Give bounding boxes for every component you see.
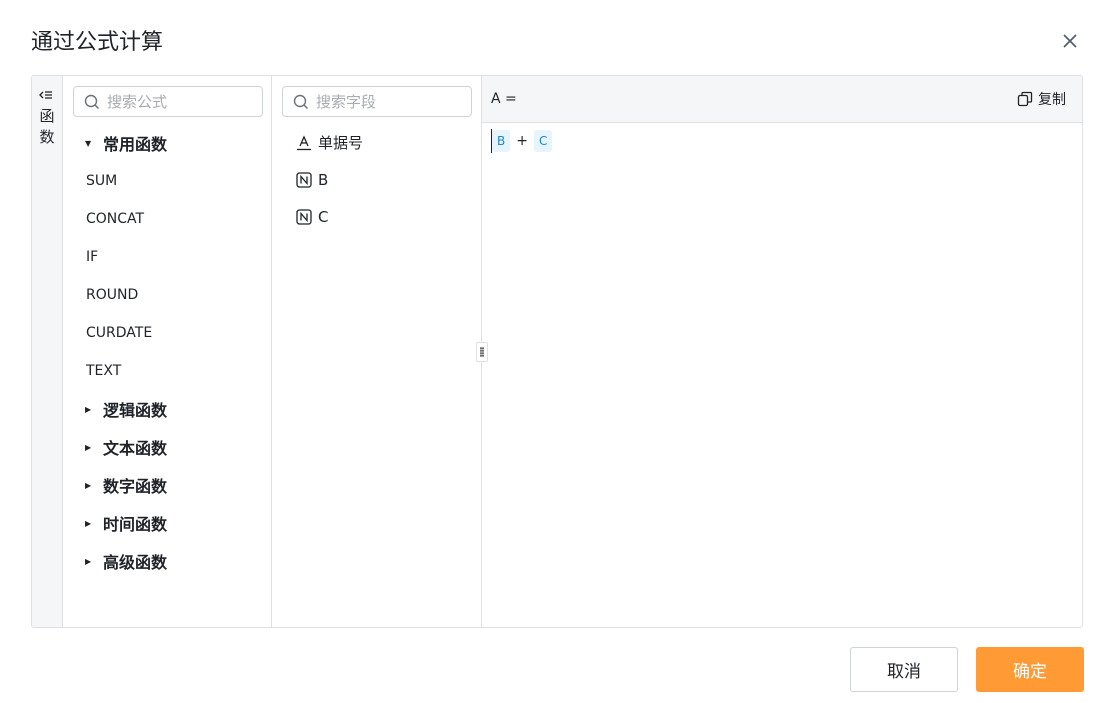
function-group-label: 常用函数 xyxy=(103,135,168,154)
column-resize-handle[interactable] xyxy=(476,342,488,362)
function-list: ▼ 常用函数 SUM CONCAT IF ROUND CURDATE TEXT ▶ 逻辑函数 ▶ 文本… xyxy=(63,124,271,580)
function-item[interactable]: ROUND xyxy=(63,276,271,314)
editor-header: A = 复制 xyxy=(482,76,1082,123)
formula-dialog: 通过公式计算 函数 ▼ 常用函数 SUMCONCATIFROUNDCURDATETE… xyxy=(0,0,1108,703)
copy-button[interactable]: 复制 xyxy=(1017,88,1066,110)
formula-editor: A = 复制 B + C xyxy=(482,76,1082,627)
field-item-label: B xyxy=(318,170,329,189)
function-group[interactable]: ▶ 高级函数 xyxy=(63,542,271,580)
formula-input[interactable]: B + C xyxy=(491,129,553,153)
search-icon xyxy=(293,94,308,109)
formula-panel: 函数 ▼ 常用函数 SUMCONCATIFROUNDCURDATETEXT ▶ 逻辑函数… xyxy=(31,75,1083,628)
cancel-button[interactable]: 取消 xyxy=(850,647,958,692)
field-item-label: C xyxy=(318,207,329,226)
function-group-label: 文本函数 xyxy=(103,439,168,458)
plus-operator: + xyxy=(516,133,528,149)
function-group[interactable]: ▶ 逻辑函数 xyxy=(63,390,271,428)
caret-right-icon: ▶ xyxy=(85,518,92,528)
function-group-label: 逻辑函数 xyxy=(103,401,168,420)
dialog-title: 通过公式计算 xyxy=(31,30,164,55)
function-item[interactable]: CONCAT xyxy=(63,200,271,238)
function-search-input[interactable] xyxy=(107,91,255,112)
function-item[interactable]: TEXT xyxy=(63,352,271,390)
caret-down-icon: ▼ xyxy=(85,138,92,148)
field-list-column: 单据号 BC xyxy=(272,76,482,627)
field-tag-b[interactable]: B xyxy=(492,130,511,152)
field-item[interactable]: 单据号 xyxy=(272,124,481,161)
function-search[interactable] xyxy=(73,86,263,117)
field-list: 单据号 B C xyxy=(272,124,481,235)
function-list-column: ▼ 常用函数 SUMCONCATIFROUNDCURDATETEXT ▶ 逻辑函数 ▶ 文本… xyxy=(63,76,272,627)
copy-label: 复制 xyxy=(1038,92,1066,108)
close-icon[interactable] xyxy=(1059,30,1081,52)
caret-right-icon: ▶ xyxy=(85,442,92,452)
function-group[interactable]: ▶ 数字函数 xyxy=(63,466,271,504)
confirm-button[interactable]: 确定 xyxy=(976,647,1084,692)
function-panel-toggle[interactable]: 函数 xyxy=(32,76,63,627)
function-item[interactable]: CURDATE xyxy=(63,314,271,352)
caret-right-icon: ▶ xyxy=(85,556,92,566)
field-search[interactable] xyxy=(282,86,472,117)
field-tag-c[interactable]: C xyxy=(533,130,553,152)
field-item[interactable]: C xyxy=(272,198,481,235)
function-group-label: 高级函数 xyxy=(103,553,168,572)
function-group[interactable]: ▶ 时间函数 xyxy=(63,504,271,542)
search-icon xyxy=(84,94,99,109)
function-group[interactable]: ▼ 常用函数 xyxy=(63,124,271,162)
function-item[interactable]: SUM xyxy=(63,162,271,200)
copy-icon xyxy=(1017,91,1033,107)
caret-right-icon: ▶ xyxy=(85,404,92,414)
function-item[interactable]: IF xyxy=(63,238,271,276)
function-group[interactable]: ▶ 文本函数 xyxy=(63,428,271,466)
number-field-icon xyxy=(296,208,312,225)
field-item-label: 单据号 xyxy=(318,134,364,152)
target-field-label: A = xyxy=(491,91,517,107)
text-field-icon xyxy=(296,134,312,151)
number-field-icon xyxy=(296,171,312,188)
collapse-left-icon xyxy=(39,90,53,104)
function-group-label: 时间函数 xyxy=(103,515,168,534)
function-rail-label: 函数 xyxy=(39,107,55,146)
function-group-label: 数字函数 xyxy=(103,477,168,496)
field-item[interactable]: B xyxy=(272,161,481,198)
field-search-input[interactable] xyxy=(316,91,464,112)
caret-right-icon: ▶ xyxy=(85,480,92,490)
